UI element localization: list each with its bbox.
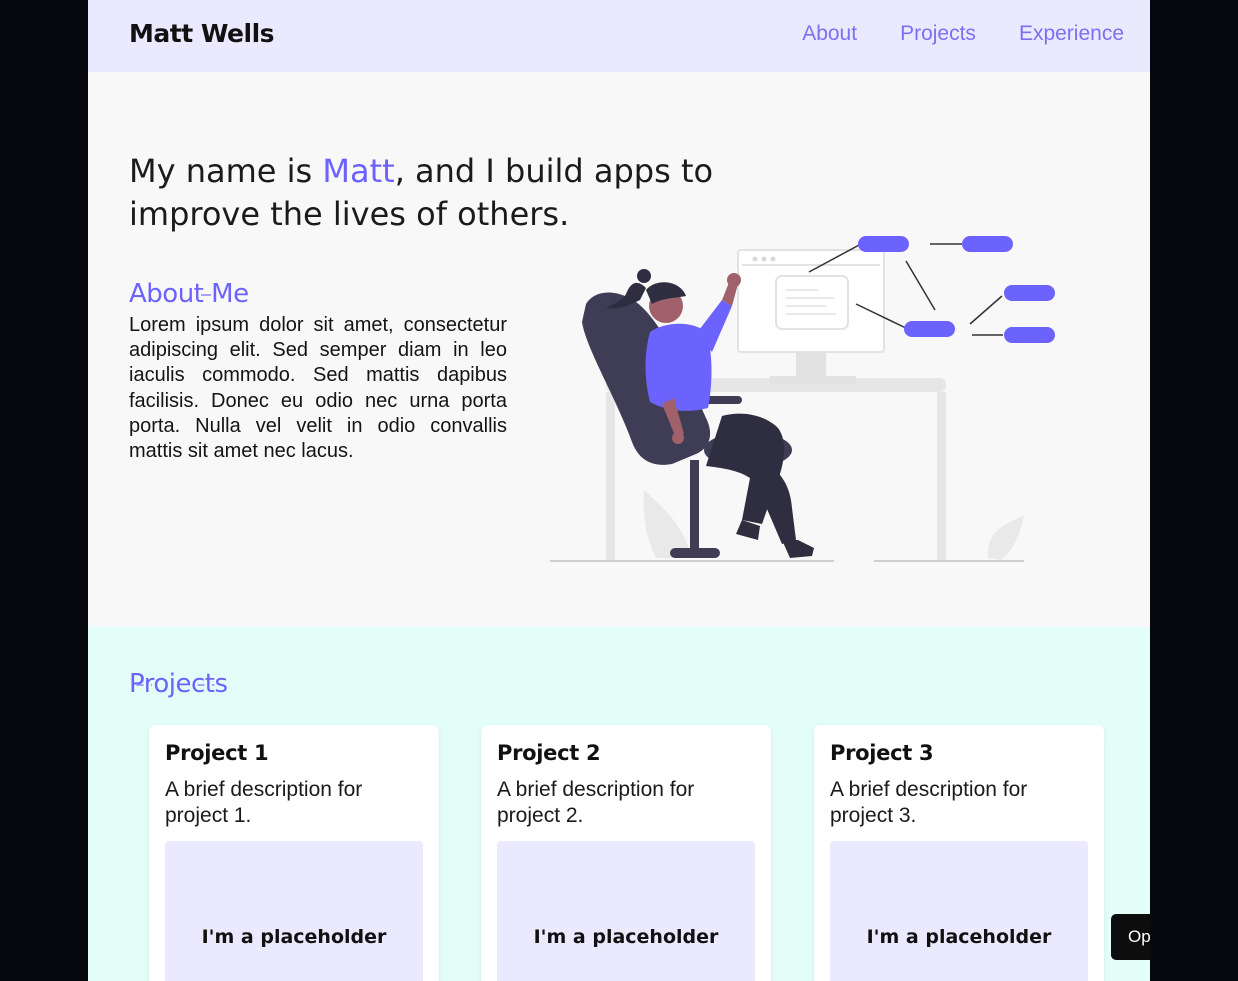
projects-section: Projects Project 1 A brief description f… — [88, 627, 1150, 981]
placeholder-text: I'm a placeholder — [866, 926, 1052, 948]
viewport-edge — [1150, 900, 1238, 981]
nav-links: About Projects Experience — [759, 22, 1124, 46]
nav-link-about[interactable]: About — [802, 22, 857, 46]
projects-heading: Projects — [129, 669, 228, 699]
page: Matt Wells About Projects Experience My … — [88, 0, 1150, 981]
hero-name: Matt — [322, 152, 395, 190]
project-image-placeholder: I'm a placeholder — [830, 841, 1088, 981]
placeholder-text: I'm a placeholder — [201, 926, 387, 948]
hero-prefix: My name is — [129, 152, 323, 190]
nav-link-projects[interactable]: Projects — [900, 22, 976, 46]
top-navbar: Matt Wells About Projects Experience — [88, 0, 1150, 72]
project-title: Project 2 — [497, 741, 601, 765]
project-description: A brief description for project 2. — [497, 778, 695, 827]
placeholder-text: I'm a placeholder — [533, 926, 719, 948]
project-title: Project 3 — [830, 741, 934, 765]
nav-link-experience[interactable]: Experience — [1019, 22, 1124, 46]
project-image-placeholder: I'm a placeholder — [497, 841, 755, 981]
hero-heading: My name is Matt, and I build apps to imp… — [129, 150, 849, 236]
about-heading: About Me — [129, 279, 249, 309]
person-at-desk-illustration — [550, 236, 1055, 562]
about-paragraph: Lorem ipsum dolor sit amet, consectetur … — [129, 314, 507, 463]
project-card[interactable]: Project 3 A brief description for projec… — [814, 725, 1104, 981]
project-card[interactable]: Project 2 A brief description for projec… — [481, 725, 771, 981]
project-description: A brief description for project 3. — [830, 778, 1028, 827]
project-title: Project 1 — [165, 741, 269, 765]
brand-logo[interactable]: Matt Wells — [129, 19, 275, 48]
project-image-placeholder: I'm a placeholder — [165, 841, 423, 981]
project-description: A brief description for project 1. — [165, 778, 363, 827]
project-card[interactable]: Project 1 A brief description for projec… — [149, 725, 439, 981]
